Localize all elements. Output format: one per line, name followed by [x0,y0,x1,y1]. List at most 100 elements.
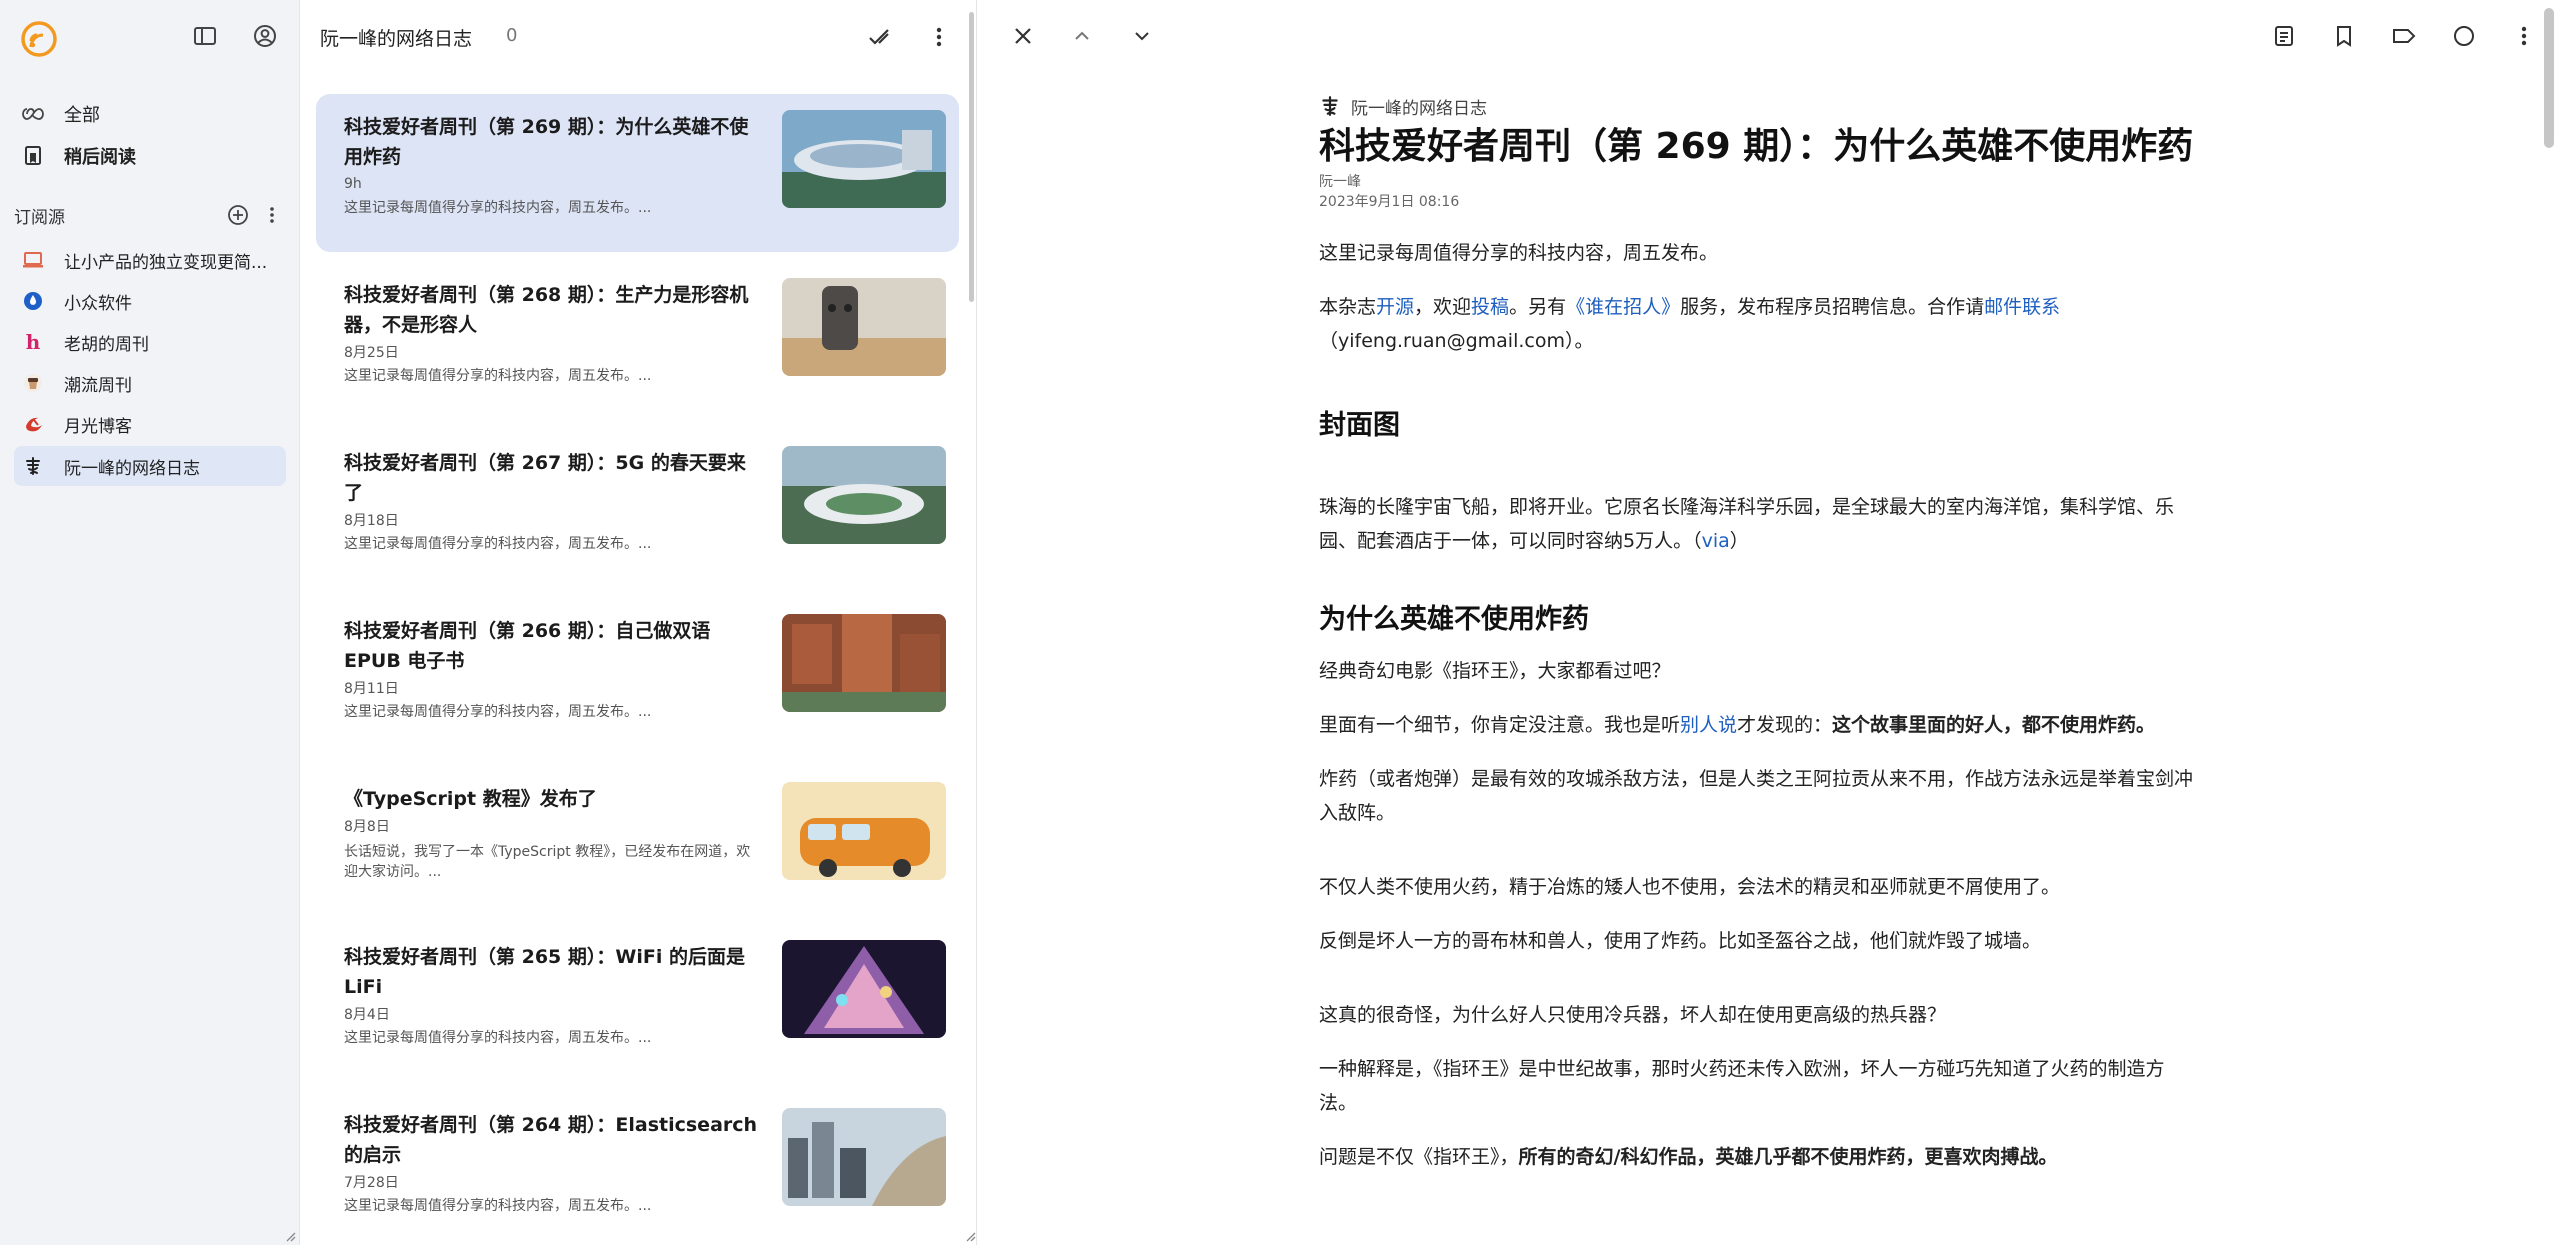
more-vertical-icon [2521,26,2527,46]
list-scrollbar[interactable] [969,12,974,302]
article-card-snippet: 这里记录每周值得分享的科技内容，周五发布。... [344,200,652,216]
contribute-link[interactable]: 投稿 [1471,296,1509,318]
article-paragraph: 里面有一个细节，你肯定没注意。我也是听别人说才发现的：这个故事里面的好人，都不使… [1319,708,2199,742]
feed-item[interactable]: 月光博客 [14,404,286,444]
mark-unread-button[interactable] [2446,18,2482,54]
feed-item[interactable]: 阮一峰的网络日志 [14,446,286,486]
article-list: 阮一峰的网络日志 0 科技爱好者周刊（第 269 期）：为什么英雄不使用炸药 9… [300,0,977,1245]
next-article-button[interactable] [1124,18,1160,54]
article-card-snippet: 长话短说，我写了一本《TypeScript 教程》，已经发布在网道，欢迎大家访问… [344,844,751,880]
article-card-snippet: 这里记录每周值得分享的科技内容，周五发布。... [344,1198,652,1214]
bookmark-button[interactable] [2326,18,2362,54]
article-thumbnail [782,110,946,208]
mark-all-read-button[interactable] [863,21,895,53]
previous-article-button[interactable] [1064,18,1100,54]
account-button[interactable] [249,20,281,52]
drop-favicon-icon [22,290,44,312]
article-card[interactable]: 科技爱好者周刊（第 269 期）：为什么英雄不使用炸药 9h 这里记录每周值得分… [316,94,959,252]
moon-favicon-icon [22,413,44,435]
via-link[interactable]: via [1702,530,1730,552]
article-card-date: 8月18日 [344,513,399,529]
feed-item[interactable]: 让小产品的独立变现更简... [14,240,286,280]
article-card-snippet: 这里记录每周值得分享的科技内容，周五发布。... [344,704,652,720]
nav-all[interactable]: 全部 [14,95,286,133]
article-card-snippet: 这里记录每周值得分享的科技内容，周五发布。... [344,1030,652,1046]
article-card-snippet: 这里记录每周值得分享的科技内容，周五发布。... [344,536,652,552]
tag-button[interactable] [2386,18,2422,54]
article-author: 阮一峰 [1319,174,1361,190]
article-card-date: 8月11日 [344,681,399,697]
article-paragraph: 问题是不仅《指环王》，所有的奇幻/科幻作品，英雄几乎都不使用炸药，更喜欢肉搏战。 [1319,1140,2199,1174]
feed-item-label: 让小产品的独立变现更简... [64,252,268,273]
article-content: 阮一峰的网络日志 科技爱好者周刊（第 269 期）：为什么英雄不使用炸药 阮一峰… [1319,92,2199,1174]
close-button[interactable] [1005,18,1041,54]
feed-item-label: 月光博客 [64,416,132,437]
article-paragraph: 经典奇幻电影《指环王》，大家都看过吧？ [1319,660,1671,682]
jobs-link[interactable]: 《谁在招人》 [1566,296,1680,318]
text-span: 服务，发布程序员招聘信息。合作请 [1680,296,1985,318]
article-card-title: 科技爱好者周刊（第 268 期）：生产力是形容机器，不是形容人 [344,284,749,336]
toggle-sidebar-button[interactable] [189,20,221,52]
list-header: 阮一峰的网络日志 0 [300,0,976,72]
bold-text: 这个故事里面的好人，都不使用炸药。 [1832,714,2156,736]
article-paragraph: 本杂志开源，欢迎投稿。另有《谁在招人》服务，发布程序员招聘信息。合作请邮件联系 （… [1319,290,2199,358]
section-heading: 为什么英雄不使用炸药 [1319,604,1589,635]
others-said-link[interactable]: 别人说 [1680,714,1737,736]
feed-item[interactable]: h 老胡的周刊 [14,322,286,362]
list-more-button[interactable] [923,21,955,53]
circle-icon [2454,26,2474,46]
text-span: 里面有一个细节，你肯定没注意。我也是听 [1319,714,1681,736]
list-title: 阮一峰的网络日志 [320,28,473,50]
reader-more-button[interactable] [2506,18,2542,54]
article-thumbnail [782,614,946,712]
feeds-section-header: 订阅源 [14,200,286,230]
article-card-date: 7月28日 [344,1175,399,1191]
feed-item-label: 小众软件 [64,293,132,314]
section-heading: 封面图 [1319,410,1400,441]
article-card[interactable]: 科技爱好者周刊（第 266 期）：自己做双语 EPUB 电子书 8月11日 这里… [316,598,959,756]
more-vertical-icon [936,27,942,47]
article-paragraph: 反倒是坏人一方的哥布林和兽人，使用了炸药。比如圣盔谷之战，他们就炸毁了城墙。 [1319,930,2042,952]
article-thumbnail [782,446,946,544]
cup-favicon-icon [22,372,44,394]
feed-item[interactable]: 潮流周刊 [14,363,286,403]
nav-all-label: 全部 [64,105,100,126]
laptop-favicon-icon [22,249,44,271]
article-card[interactable]: 科技爱好者周刊（第 267 期）：5G 的春天要来了 8月18日 这里记录每周值… [316,430,959,588]
email-link[interactable]: 邮件联系 [1984,296,2060,318]
article-card[interactable]: 科技爱好者周刊（第 265 期）：WiFi 的后面是 LiFi 8月4日 这里记… [316,924,959,1082]
feed-item[interactable]: 小众软件 [14,281,286,321]
article-source[interactable]: 阮一峰的网络日志 [1319,92,2199,120]
article-thumbnail [782,1108,946,1206]
article-card[interactable]: 科技爱好者周刊（第 264 期）：Elasticsearch 的启示 7月28日… [316,1092,959,1245]
bold-text: 所有的奇幻/科幻作品，英雄几乎都不使用炸药，更喜欢肉搏战。 [1518,1146,2058,1168]
feeds-section-label: 订阅源 [14,207,65,228]
reader-view-button[interactable] [2266,18,2302,54]
text-span: （yifeng.ruan@gmail.com）。 [1319,330,1594,352]
article-datetime: 2023年9月1日 08:16 [1319,194,1460,210]
text-span: ） [1729,530,1749,552]
read-later-icon [20,143,46,169]
sidebar: 全部 稍后阅读 订阅源 让小产品的独立变现更简... 小众软件 h 老胡的周刊 [0,0,300,1245]
text-span: 才发现的： [1737,714,1833,736]
article-card[interactable]: 《TypeScript 教程》发布了 8月8日 长话短说，我写了一本《TypeS… [316,766,959,924]
text-span: 。另有 [1509,296,1567,318]
feeds-more-button[interactable] [258,201,286,229]
article-card-date: 8月8日 [344,819,390,835]
feed-item-label: 阮一峰的网络日志 [64,458,200,479]
article-card-title: 科技爱好者周刊（第 267 期）：5G 的春天要来了 [344,452,746,504]
text-span: 本杂志 [1319,296,1377,318]
sidebar-header [0,0,299,72]
open-source-link[interactable]: 开源 [1376,296,1414,318]
chevron-down-icon [1135,32,1149,41]
resize-grip-icon[interactable] [964,1230,976,1242]
article-card[interactable]: 科技爱好者周刊（第 268 期）：生产力是形容机器，不是形容人 8月25日 这里… [316,262,959,420]
add-feed-button[interactable] [224,201,252,229]
nav-read-later[interactable]: 稍后阅读 [14,137,286,175]
article-card-title: 科技爱好者周刊（第 266 期）：自己做双语 EPUB 电子书 [344,620,711,672]
resize-grip-icon[interactable] [284,1230,296,1242]
label-icon [2393,29,2416,43]
infinity-icon [20,101,46,127]
reader-scrollbar[interactable] [2544,8,2554,148]
article-card-title: 《TypeScript 教程》发布了 [344,788,597,810]
